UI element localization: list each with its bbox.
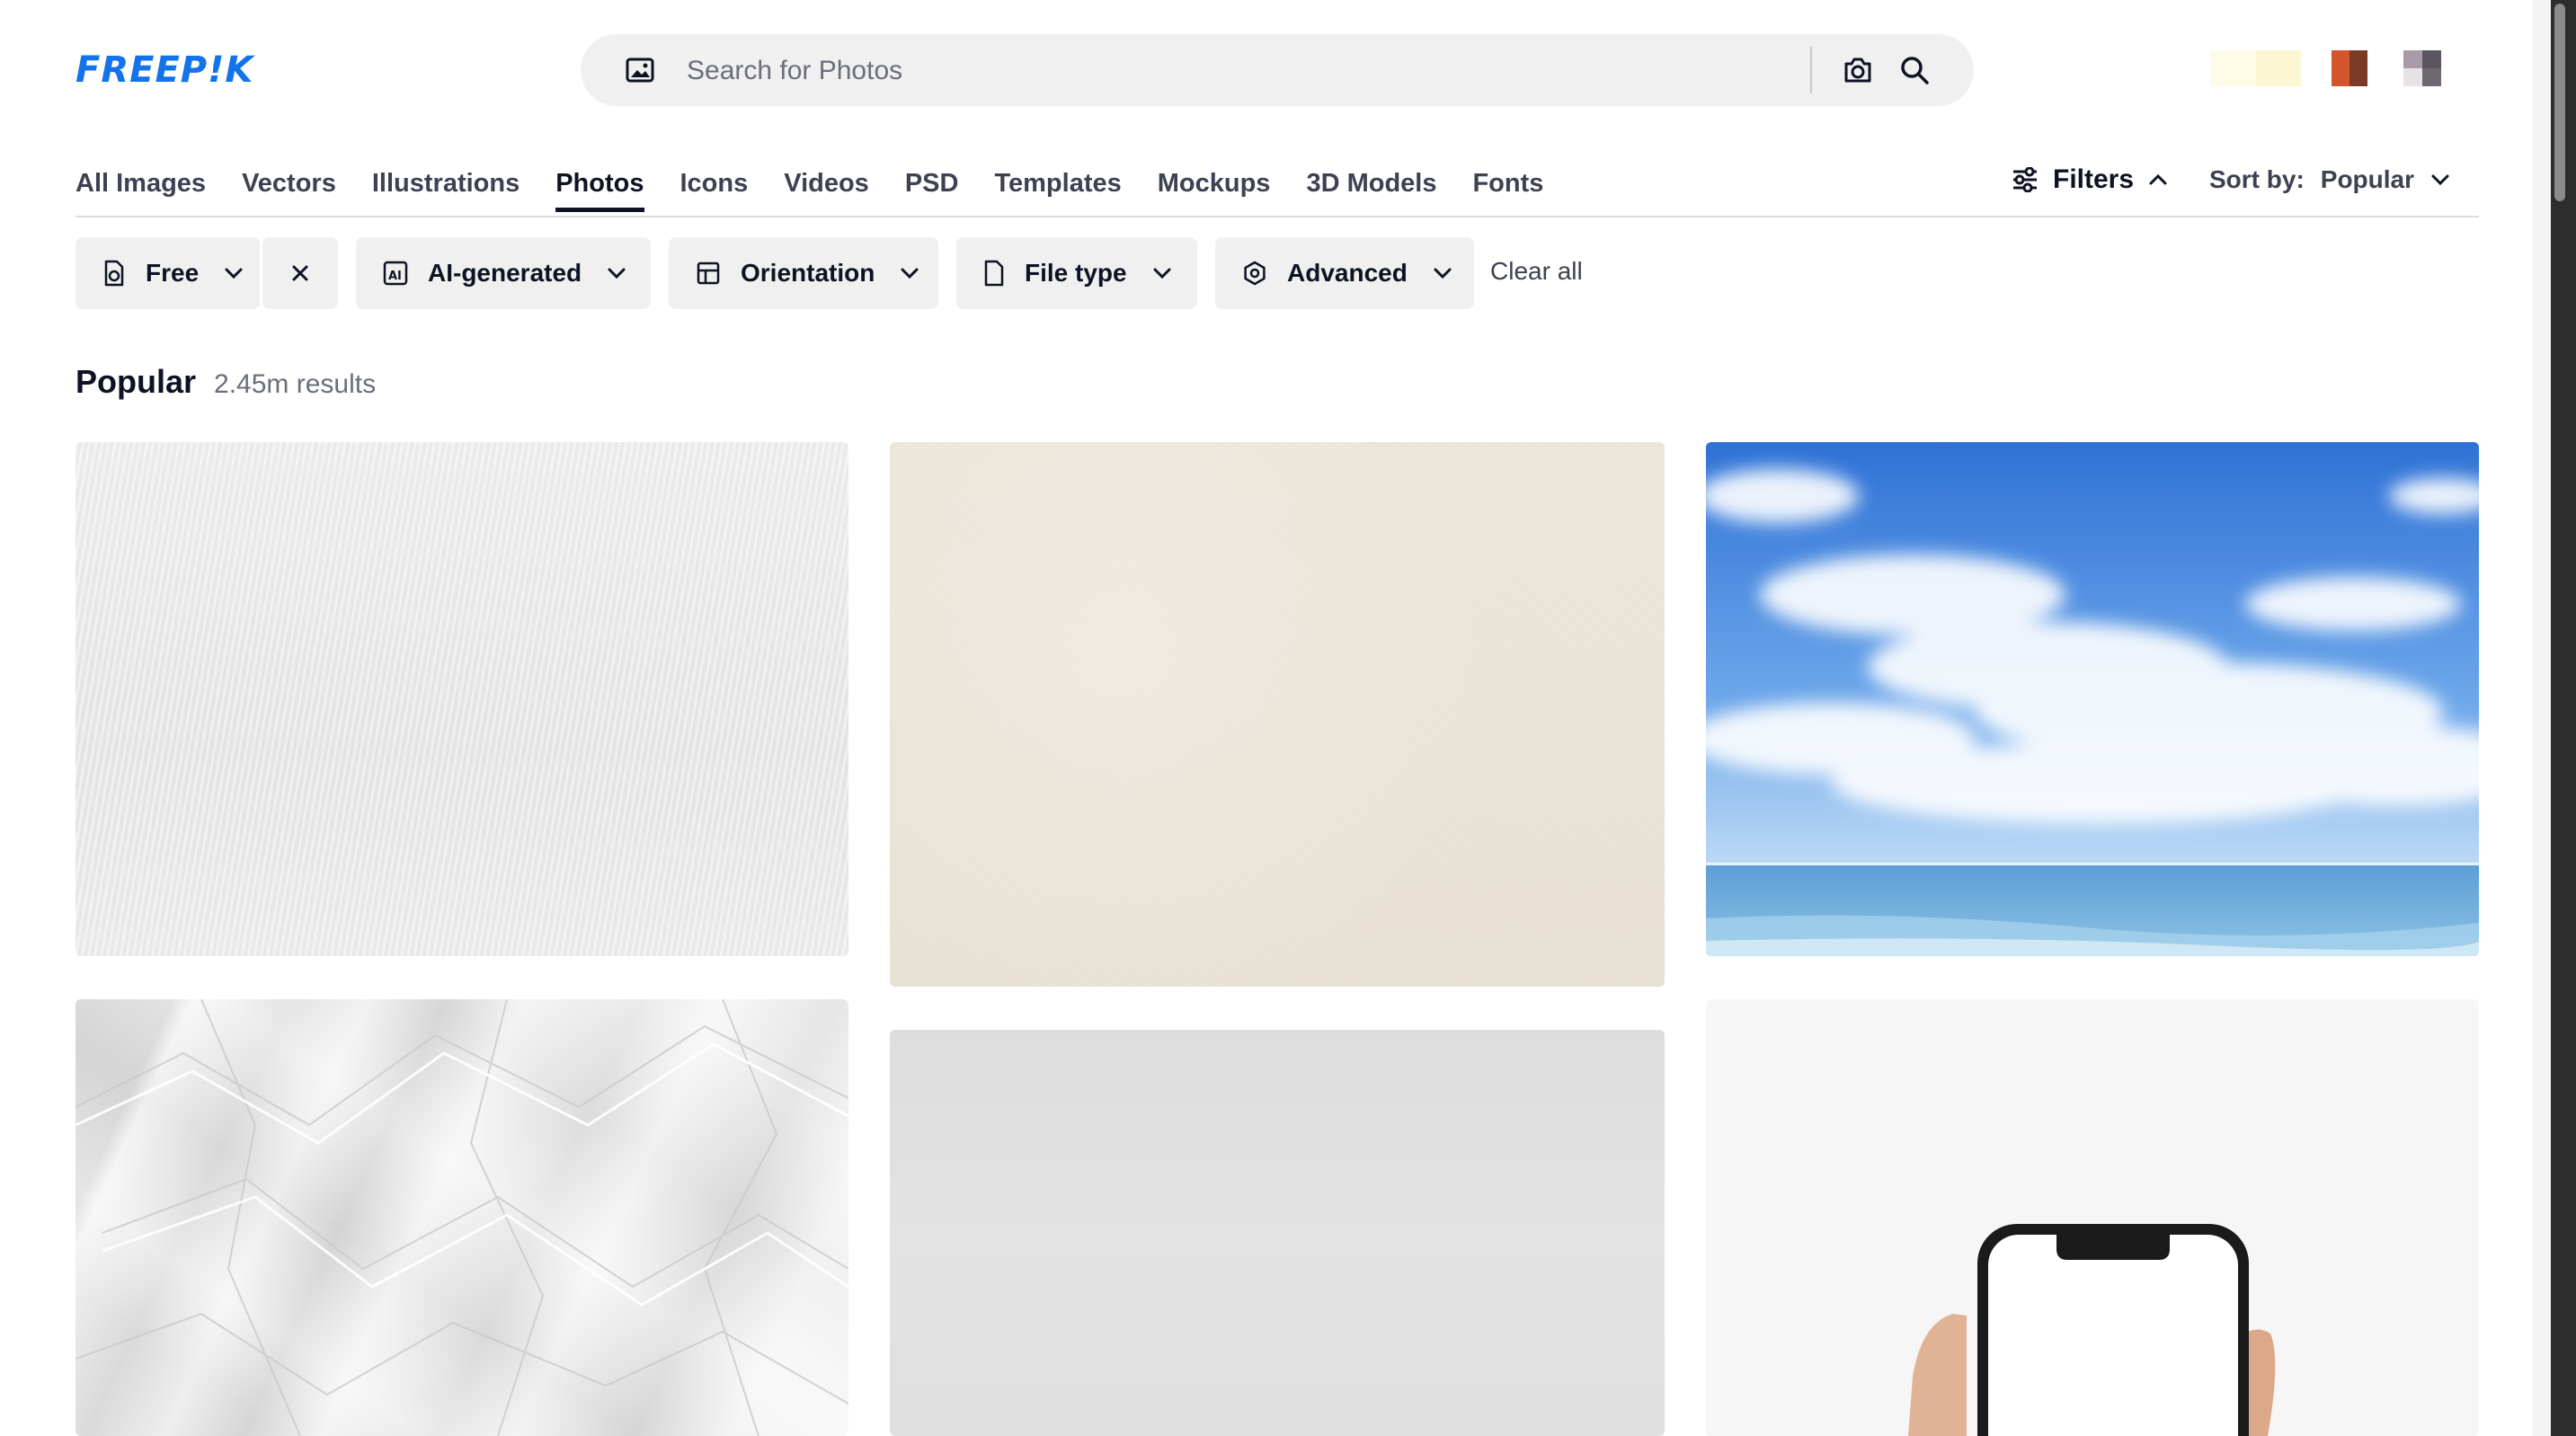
tab-illustrations[interactable]: Illustrations <box>372 162 520 212</box>
orientation-filter-label: Orientation <box>741 259 875 287</box>
image-icon <box>626 58 654 83</box>
orange-swatch[interactable] <box>2332 50 2367 86</box>
sort-dropdown[interactable]: Sort by: Popular <box>2209 160 2450 199</box>
tab-icons[interactable]: Icons <box>680 162 749 212</box>
camera-icon[interactable] <box>1843 56 1873 84</box>
close-icon <box>292 265 308 281</box>
orientation-filter-chip[interactable]: Orientation <box>669 237 938 309</box>
sliders-icon <box>2013 167 2037 192</box>
tabs-divider <box>76 216 2479 217</box>
image-crumpled-white-paper[interactable] <box>76 999 848 1436</box>
search-input[interactable] <box>685 43 1461 99</box>
free-file-icon <box>104 260 124 287</box>
crumple-lines <box>76 999 848 1436</box>
tab-templates[interactable]: Templates <box>994 162 1121 212</box>
tab-fonts[interactable]: Fonts <box>1472 162 1543 212</box>
window-frame <box>2551 0 2576 1436</box>
tab-all-images[interactable]: All Images <box>76 162 206 212</box>
tab-photos[interactable]: Photos <box>555 162 644 212</box>
sort-label: Sort by: <box>2209 165 2305 193</box>
phone-photo <box>1706 999 2479 1436</box>
freepik-logo[interactable]: FREEP!K <box>76 49 253 92</box>
pale-yellow-swatch[interactable] <box>2211 50 2301 86</box>
chevron-down-icon <box>1434 268 1452 279</box>
advanced-filter-chip[interactable]: Advanced <box>1215 237 1474 309</box>
tab-videos[interactable]: Videos <box>784 162 869 212</box>
chevron-down-icon <box>2431 174 2449 186</box>
search-icon[interactable] <box>1898 54 1931 86</box>
remove-free-filter-button[interactable] <box>262 237 338 309</box>
category-tabs: All Images Vectors Illustrations Photos … <box>76 162 1579 217</box>
search-bar[interactable] <box>581 34 1974 106</box>
ai-generated-filter-chip[interactable]: AI AI-generated <box>356 237 651 309</box>
free-filter-label: Free <box>146 259 200 287</box>
file-type-filter-chip[interactable]: File type <box>956 237 1197 309</box>
results-heading: Popular 2.45m results <box>76 363 376 401</box>
tab-mockups[interactable]: Mockups <box>1158 162 1271 212</box>
tab-3d-models[interactable]: 3D Models <box>1306 162 1436 212</box>
chevron-down-icon <box>1153 268 1171 279</box>
image-hand-holding-phone[interactable] <box>1706 999 2479 1436</box>
page-scrollbar[interactable] <box>2533 0 2551 1436</box>
results-title: Popular <box>76 363 197 400</box>
chevron-down-icon <box>901 268 919 279</box>
filters-toggle-button[interactable]: Filters <box>2012 160 2168 199</box>
svg-text:AI: AI <box>388 270 402 283</box>
ai-generated-filter-label: AI-generated <box>428 259 582 287</box>
logo-text: FREEP!K <box>76 49 254 91</box>
ai-icon: AI <box>383 261 408 286</box>
chevron-down-icon <box>608 268 626 279</box>
layout-icon <box>697 261 720 285</box>
file-icon <box>984 260 1004 287</box>
free-filter-chip[interactable]: Free <box>76 237 261 309</box>
sky-sea-photo <box>1706 442 2479 956</box>
tab-vectors[interactable]: Vectors <box>242 162 336 212</box>
chevron-up-icon <box>2149 173 2167 185</box>
chevron-down-icon <box>225 268 243 279</box>
image-gray-paper-texture[interactable] <box>890 1030 1665 1436</box>
image-white-paper-texture[interactable] <box>76 442 848 956</box>
results-count: 2.45m results <box>214 369 377 399</box>
sort-value: Popular <box>2320 165 2415 193</box>
gear-icon <box>1244 261 1266 286</box>
advanced-filter-label: Advanced <box>1287 259 1408 287</box>
chip-separator <box>260 237 262 309</box>
image-blue-sky-sea[interactable] <box>1706 442 2479 956</box>
file-type-filter-label: File type <box>1025 259 1127 287</box>
image-beige-paper-texture[interactable] <box>890 442 1665 987</box>
tab-psd[interactable]: PSD <box>905 162 959 212</box>
clear-all-filters-link[interactable]: Clear all <box>1490 257 1583 286</box>
search-divider <box>1810 47 1812 93</box>
gray-swatch[interactable] <box>2403 50 2441 86</box>
filters-label: Filters <box>2053 164 2135 194</box>
scrollbar-thumb[interactable] <box>2554 4 2565 201</box>
